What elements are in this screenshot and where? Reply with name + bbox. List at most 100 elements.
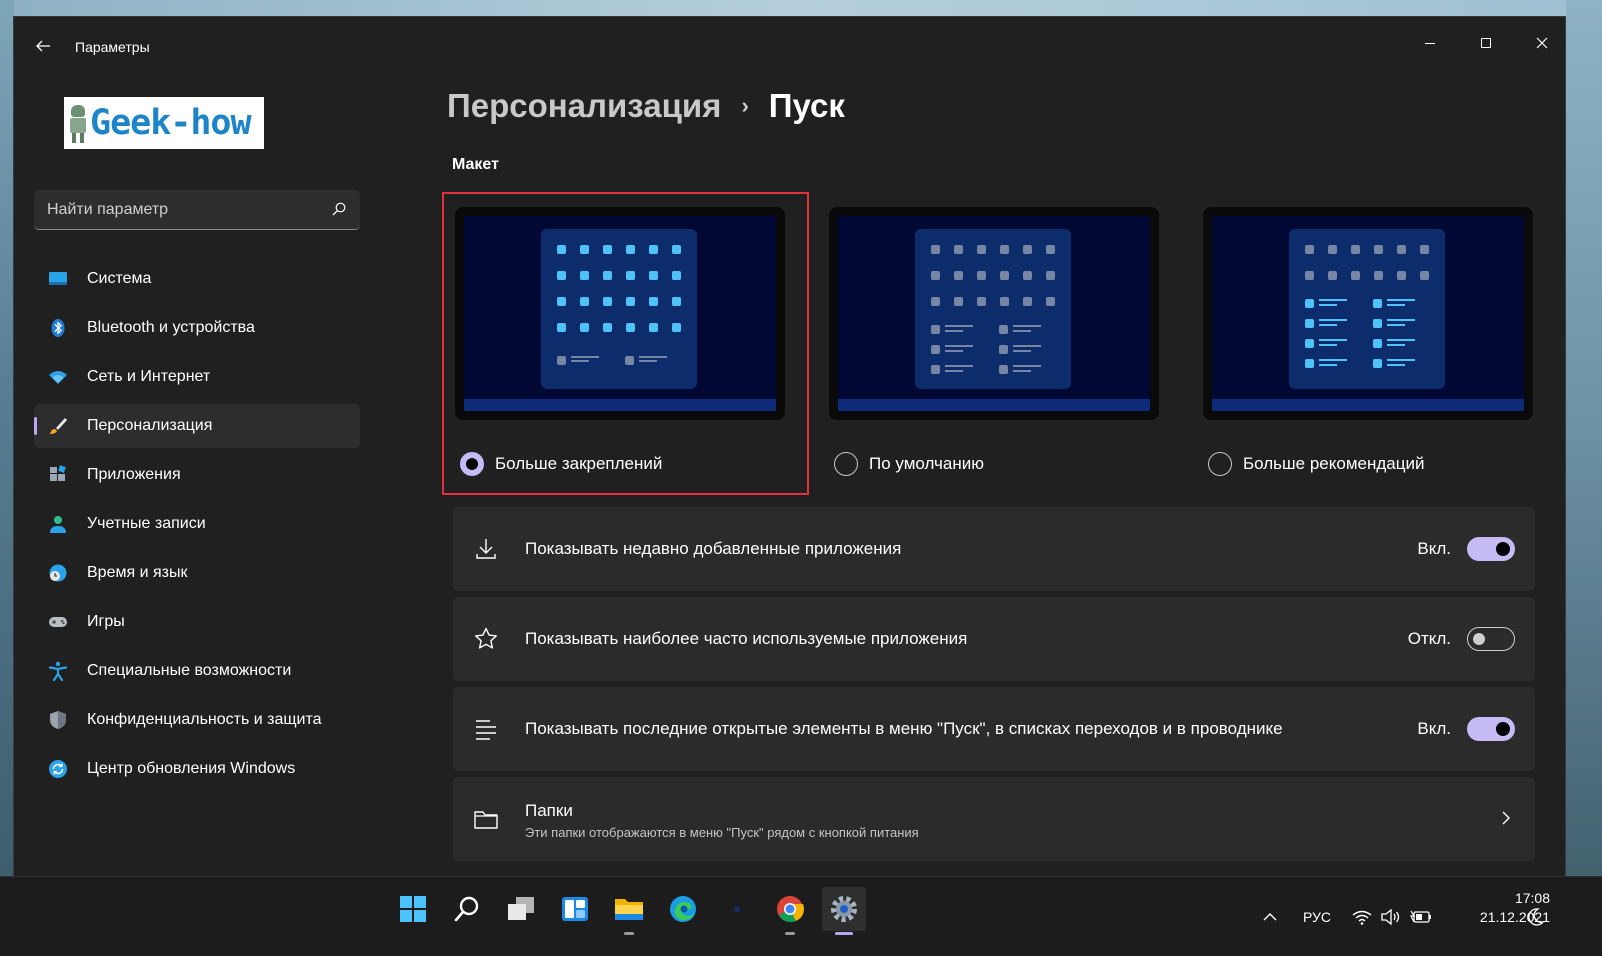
setting-recently-added[interactable]: Показывать недавно добавленные приложени… bbox=[453, 507, 1535, 591]
toggle-state-label: Вкл. bbox=[1417, 539, 1451, 558]
volume-tray-button[interactable] bbox=[1381, 877, 1401, 956]
logo-text: Geek-how bbox=[90, 103, 252, 143]
layout-radio-row[interactable]: Больше закреплений bbox=[460, 452, 662, 476]
back-button[interactable] bbox=[32, 37, 54, 59]
globe-clock-icon bbox=[49, 564, 67, 582]
layout-option-more-recommendations[interactable]: Больше рекомендаций bbox=[1203, 207, 1535, 487]
preview-tile bbox=[1373, 339, 1382, 348]
sidebar-item-label: Система bbox=[87, 270, 152, 287]
preview-tile bbox=[1046, 271, 1055, 280]
sidebar-item-gaming[interactable]: Игры bbox=[34, 600, 360, 644]
chrome-icon bbox=[777, 896, 804, 923]
toggle-switch[interactable] bbox=[1467, 537, 1515, 561]
sidebar-item-label: Учетные записи bbox=[87, 515, 206, 532]
wifi-icon bbox=[1352, 910, 1372, 925]
preview-line bbox=[1387, 364, 1405, 366]
chevron-right-icon[interactable] bbox=[1499, 808, 1513, 828]
minimize-button[interactable] bbox=[1407, 25, 1453, 61]
preview-tile bbox=[557, 297, 566, 306]
layout-option-more-pins[interactable]: Больше закреплений bbox=[455, 207, 787, 487]
battery-tray-button[interactable] bbox=[1410, 877, 1432, 956]
sidebar-item-privacy[interactable]: Конфиденциальность и защита bbox=[34, 698, 360, 742]
preview-tile bbox=[931, 345, 940, 354]
sidebar-item-personalization[interactable]: Персонализация bbox=[34, 404, 360, 448]
preview-line bbox=[1319, 359, 1347, 361]
focus-assist-button[interactable] bbox=[1528, 877, 1544, 956]
start-button[interactable] bbox=[391, 887, 435, 931]
preview-tile bbox=[626, 323, 635, 332]
sidebar-item-time-language[interactable]: Время и язык bbox=[34, 551, 360, 595]
sidebar-item-accessibility[interactable]: Специальные возможности bbox=[34, 649, 360, 693]
radio-button[interactable] bbox=[834, 452, 858, 476]
breadcrumb-parent[interactable]: Персонализация bbox=[447, 87, 721, 125]
search-box[interactable] bbox=[34, 190, 360, 230]
sidebar-item-apps[interactable]: Приложения bbox=[34, 453, 360, 497]
preview-tile bbox=[557, 245, 566, 254]
update-icon bbox=[49, 760, 67, 778]
settings-app-button[interactable] bbox=[822, 887, 866, 935]
file-explorer-button[interactable] bbox=[607, 887, 651, 935]
preview-tile bbox=[672, 271, 681, 280]
search-icon[interactable] bbox=[332, 202, 346, 216]
edge-button[interactable] bbox=[661, 887, 705, 931]
radio-button[interactable] bbox=[1208, 452, 1232, 476]
show-hidden-icons-button[interactable] bbox=[1262, 877, 1278, 956]
chrome-button[interactable] bbox=[768, 887, 812, 935]
preview-tile bbox=[999, 325, 1008, 334]
setting-recent-items[interactable]: Показывать последние открытые элементы в… bbox=[453, 687, 1535, 771]
search-input[interactable] bbox=[34, 190, 324, 229]
preview-tile bbox=[1374, 271, 1383, 280]
toggle-switch[interactable] bbox=[1467, 717, 1515, 741]
geek-how-logo: Geek-how bbox=[64, 97, 264, 149]
preview-tile bbox=[954, 271, 963, 280]
preview-tile bbox=[672, 323, 681, 332]
sidebar-item-label: Центр обновления Windows bbox=[87, 760, 296, 777]
widgets-button[interactable] bbox=[553, 887, 597, 931]
preview-tile bbox=[557, 271, 566, 280]
sidebar-item-windows-update[interactable]: Центр обновления Windows bbox=[34, 747, 360, 791]
radio-button-selected[interactable] bbox=[460, 452, 484, 476]
download-icon bbox=[476, 539, 496, 559]
preview-line bbox=[639, 360, 657, 362]
close-button[interactable] bbox=[1519, 25, 1565, 61]
preview-line bbox=[945, 370, 963, 372]
setting-label: Показывать недавно добавленные приложени… bbox=[525, 539, 902, 558]
layout-radio-row[interactable]: Больше рекомендаций bbox=[1208, 452, 1424, 476]
setting-folders[interactable]: Папки Эти папки отображаются в меню "Пус… bbox=[453, 777, 1535, 861]
layout-section-label: Макет bbox=[452, 156, 499, 173]
taskbar-app-button[interactable] bbox=[715, 887, 759, 931]
preview-line bbox=[945, 325, 973, 327]
layout-option-default[interactable]: По умолчанию bbox=[829, 207, 1161, 487]
edge-icon bbox=[670, 896, 696, 922]
toggle-switch[interactable] bbox=[1467, 627, 1515, 651]
desktop-wallpaper-top bbox=[0, 0, 1602, 16]
preview-line bbox=[945, 350, 963, 352]
setting-most-used[interactable]: Показывать наиболее часто используемые п… bbox=[453, 597, 1535, 681]
setting-label: Показывать наиболее часто используемые п… bbox=[525, 629, 968, 648]
preview-line bbox=[1319, 319, 1347, 321]
taskbar-search-button[interactable] bbox=[445, 887, 489, 931]
preview-tile bbox=[649, 271, 658, 280]
preview-line bbox=[1013, 345, 1041, 347]
preview-tile bbox=[1305, 299, 1314, 308]
breadcrumb: Персонализация › Пуск bbox=[447, 87, 845, 125]
preview-tile bbox=[1023, 271, 1032, 280]
maximize-button[interactable] bbox=[1463, 25, 1509, 61]
sidebar-item-accounts[interactable]: Учетные записи bbox=[34, 502, 360, 546]
preview-line bbox=[1013, 365, 1041, 367]
sidebar-item-system[interactable]: Система bbox=[34, 257, 360, 301]
sidebar-item-network[interactable]: Сеть и Интернет bbox=[34, 355, 360, 399]
sidebar-item-label: Игры bbox=[87, 613, 125, 630]
start-menu-preview bbox=[1289, 229, 1445, 389]
folder-icon bbox=[474, 811, 498, 829]
widgets-icon bbox=[562, 897, 588, 921]
preview-line bbox=[1319, 304, 1337, 306]
layout-radio-row[interactable]: По умолчанию bbox=[834, 452, 984, 476]
language-indicator[interactable]: РУС bbox=[1303, 877, 1331, 956]
preview-line bbox=[1319, 299, 1347, 301]
task-view-button[interactable] bbox=[499, 887, 543, 931]
apps-icon bbox=[50, 465, 66, 481]
sidebar-item-bluetooth[interactable]: Bluetooth и устройства bbox=[34, 306, 360, 350]
wifi-tray-button[interactable] bbox=[1352, 877, 1372, 956]
preview-tile bbox=[1000, 271, 1009, 280]
